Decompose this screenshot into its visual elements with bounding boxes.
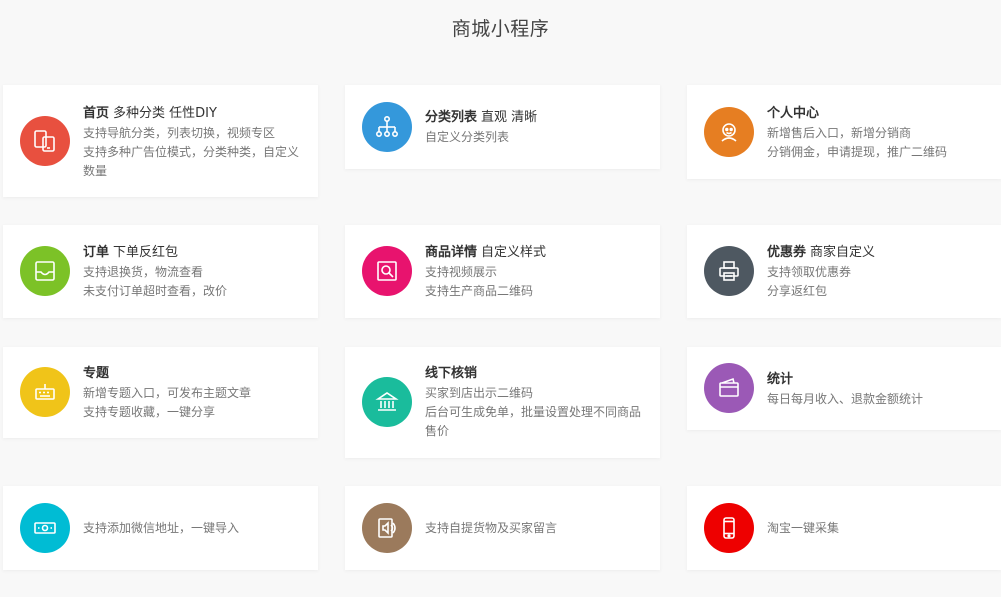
person-icon [721, 123, 737, 142]
card-desc-line: 支持添加微信地址，一键导入 [83, 521, 240, 535]
printer-icon [719, 261, 739, 281]
card-desc-line: 支持多种广告位模式，分类种类，自定义数量 [83, 145, 300, 178]
feature-card-home[interactable]: 首页 多种分类 任性DIY 支持导航分类，列表切换，视频专区 支持多种广告位模式，… [3, 85, 318, 197]
card-desc-line: 每日每月收入、退款金额统计 [767, 392, 924, 406]
card-desc-line: 后台可生成免单，批量设置处理不同商品售价 [425, 405, 642, 438]
card-desc-line: 支持自提货物及买家留言 [425, 521, 558, 535]
speaker-doc-icon [378, 518, 396, 538]
card-text: 订单 下单反红包 支持退换货，物流查看 未支付订单超时查看，改价 [83, 243, 310, 301]
card-subtitle: 自定义样式 [481, 245, 547, 260]
feature-card-wechat-address[interactable]: 支持添加微信地址，一键导入 [3, 486, 318, 570]
card-desc-line: 支持专题收藏，一键分享 [83, 405, 216, 419]
phone-icon [723, 517, 735, 539]
card-title: 分类列表 [425, 110, 478, 125]
card-title-line: 商品详情 自定义样式 [425, 243, 652, 263]
card-text: 淘宝一键采集 [767, 519, 993, 538]
card-title-line: 线下核销 [425, 364, 652, 384]
topics-circle [20, 367, 70, 417]
bank-icon [375, 392, 399, 411]
feature-card-category[interactable]: 分类列表 直观 清晰 自定义分类列表 [345, 85, 660, 169]
card-title: 统计 [767, 372, 794, 387]
card-desc-line: 新增售后入口，新增分销商 [767, 126, 912, 140]
card-text: 个人中心 新增售后入口，新增分销商 分销佣金，申请提现，推广二维码 [767, 104, 993, 162]
tray-icon [35, 261, 55, 281]
card-desc-line: 买家到店出示二维码 [425, 386, 534, 400]
product-circle [362, 246, 412, 296]
feature-card-personal-center[interactable]: 个人中心 新增售后入口，新增分销商 分销佣金，申请提现，推广二维码 [687, 85, 1001, 179]
page-title: 商城小程序 [451, 18, 550, 40]
card-desc-line: 自定义分类列表 [425, 130, 510, 144]
feature-card-self-pickup[interactable]: 支持自提货物及买家留言 [345, 486, 660, 570]
card-title: 订单 [83, 245, 110, 260]
card-desc-line: 支持退换货，物流查看 [83, 265, 204, 279]
feature-card-orders[interactable]: 订单 下单反红包 支持退换货，物流查看 未支付订单超时查看，改价 [3, 225, 318, 318]
card-title: 商品详情 [425, 245, 478, 260]
card-title-line: 个人中心 [767, 104, 993, 124]
card-text: 支持自提货物及买家留言 [425, 519, 652, 538]
card-title-line: 分类列表 直观 清晰 [425, 108, 652, 128]
keyboard-icon [35, 384, 55, 400]
banknote-icon [34, 522, 56, 534]
pickup-circle [362, 503, 412, 553]
card-desc-line: 支持导航分类，列表切换，视频专区 [83, 126, 276, 140]
card-title: 专题 [83, 366, 110, 381]
card-text: 分类列表 直观 清晰 自定义分类列表 [425, 108, 652, 147]
feature-card-product-detail[interactable]: 商品详情 自定义样式 支持视频展示 支持生产商品二维码 [345, 225, 660, 318]
card-text: 线下核销 买家到店出示二维码 后台可生成免单，批量设置处理不同商品售价 [425, 364, 652, 441]
card-title: 优惠券 [767, 245, 807, 260]
card-desc-line: 支持生产商品二维码 [425, 284, 534, 298]
card-text: 首页 多种分类 任性DIY 支持导航分类，列表切换，视频专区 支持多种广告位模式，… [83, 104, 310, 181]
feature-card-statistics[interactable]: 统计 每日每月收入、退款金额统计 [687, 347, 1001, 430]
card-title: 个人中心 [767, 106, 820, 121]
taobao-circle [704, 503, 754, 553]
card-desc-line: 分销佣金，申请提现，推广二维码 [767, 145, 948, 159]
wallet-icon [719, 377, 739, 397]
card-desc-line: 新增专题入口，可发布主题文章 [83, 386, 252, 400]
card-subtitle: 下单反红包 [113, 245, 179, 260]
hierarchy-icon [375, 115, 398, 137]
home-circle [20, 116, 70, 166]
magnifier-doc-icon [377, 261, 397, 281]
offline-circle [362, 377, 412, 427]
card-text: 优惠券 商家自定义 支持领取优惠券 分享返红包 [767, 243, 993, 301]
card-desc-line: 支持视频展示 [425, 265, 498, 279]
card-title: 首页 [83, 106, 110, 121]
card-desc-line: 分享返红包 [767, 284, 828, 298]
card-subtitle: 多种分类 任性DIY [113, 106, 217, 121]
card-subtitle: 直观 清晰 [481, 110, 538, 125]
card-text: 专题 新增专题入口，可发布主题文章 支持专题收藏，一键分享 [83, 364, 310, 422]
card-text: 商品详情 自定义样式 支持视频展示 支持生产商品二维码 [425, 243, 652, 301]
card-text: 统计 每日每月收入、退款金额统计 [767, 370, 993, 409]
feature-card-taobao-import[interactable]: 淘宝一键采集 [687, 486, 1001, 570]
address-circle [20, 503, 70, 553]
feature-card-offline-verification[interactable]: 线下核销 买家到店出示二维码 后台可生成免单，批量设置处理不同商品售价 [345, 347, 660, 458]
card-subtitle: 商家自定义 [810, 245, 876, 260]
coupon-circle [704, 246, 754, 296]
devices-icon [34, 130, 55, 152]
card-desc-line: 支持领取优惠券 [767, 265, 852, 279]
personal-circle [704, 107, 754, 157]
card-desc-line: 淘宝一键采集 [767, 521, 840, 535]
orders-circle [20, 246, 70, 296]
card-title: 线下核销 [425, 366, 478, 381]
stats-circle [704, 363, 754, 413]
feature-card-coupons[interactable]: 优惠券 商家自定义 支持领取优惠券 分享返红包 [687, 225, 1001, 318]
card-title-line: 统计 [767, 370, 993, 390]
card-text: 支持添加微信地址，一键导入 [83, 519, 310, 538]
category-circle [362, 102, 412, 152]
card-title-line: 订单 下单反红包 [83, 243, 310, 263]
feature-card-topics[interactable]: 专题 新增专题入口，可发布主题文章 支持专题收藏，一键分享 [3, 347, 318, 438]
card-title-line: 优惠券 商家自定义 [767, 243, 993, 263]
card-title-line: 专题 [83, 364, 310, 384]
card-desc-line: 未支付订单超时查看，改价 [83, 284, 228, 298]
card-title-line: 首页 多种分类 任性DIY [83, 104, 310, 124]
